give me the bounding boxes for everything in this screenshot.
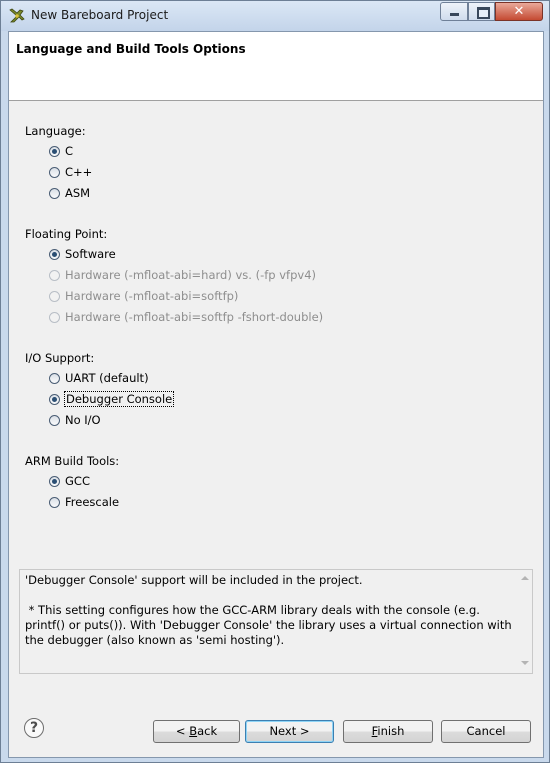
radio-label: Hardware (-mfloat-abi=hard) vs. (-fp vfp…	[65, 268, 316, 282]
radio-label: Hardware (-mfloat-abi=softfp)	[65, 289, 239, 303]
radio-language-cpp[interactable]: C++	[49, 164, 92, 180]
radio-unselected-icon	[49, 414, 60, 426]
radio-label: GCC	[65, 474, 90, 488]
radio-fp-softfp-short-double: Hardware (-mfloat-abi=softfp -fshort-dou…	[49, 309, 323, 325]
radio-disabled-icon	[49, 311, 60, 323]
radio-fp-hard-vfpv4: Hardware (-mfloat-abi=hard) vs. (-fp vfp…	[49, 267, 316, 283]
close-button[interactable]: ✕	[495, 2, 543, 21]
radio-io-none[interactable]: No I/O	[49, 412, 101, 428]
radio-io-uart[interactable]: UART (default)	[49, 370, 149, 386]
radio-selected-icon	[49, 393, 60, 405]
cancel-button[interactable]: Cancel	[441, 720, 531, 743]
radio-label: No I/O	[65, 413, 101, 427]
page-title: Language and Build Tools Options	[16, 42, 246, 56]
radio-unselected-icon	[49, 187, 60, 199]
radio-disabled-icon	[49, 290, 60, 302]
io-support-label: I/O Support:	[25, 351, 95, 365]
back-mnemonic: B	[189, 724, 198, 738]
maximize-button[interactable]	[468, 2, 495, 21]
maximize-icon	[477, 7, 490, 19]
radio-label: ASM	[65, 186, 91, 200]
back-rest: ack	[197, 724, 218, 738]
language-label: Language:	[25, 124, 86, 138]
radio-unselected-icon	[49, 166, 60, 178]
radio-io-debugger-console[interactable]: Debugger Console	[49, 391, 175, 407]
wizard-content: Language and Build Tools Options Languag…	[8, 31, 544, 758]
scroll-up-icon[interactable]	[521, 576, 529, 580]
description-box[interactable]: 'Debugger Console' support will be inclu…	[19, 569, 533, 674]
finish-button[interactable]: Finish	[343, 720, 433, 743]
radio-label: Software	[65, 247, 116, 261]
bareboard-project-icon	[9, 8, 25, 23]
minimize-button[interactable]	[440, 2, 468, 21]
finish-rest: inish	[377, 724, 405, 738]
radio-label: Hardware (-mfloat-abi=softfp -fshort-dou…	[65, 310, 324, 324]
radio-label: Debugger Console	[63, 391, 175, 407]
next-button[interactable]: Next >	[245, 720, 334, 743]
cancel-label: Cancel	[466, 724, 506, 738]
description-scrollbar[interactable]	[517, 570, 532, 671]
radio-label: UART (default)	[65, 371, 149, 385]
radio-unselected-icon	[49, 496, 60, 508]
description-text: 'Debugger Console' support will be inclu…	[25, 573, 512, 647]
help-icon[interactable]: ?	[24, 718, 44, 738]
back-prefix: <	[175, 724, 190, 738]
radio-selected-icon	[49, 145, 60, 157]
radio-label: C++	[65, 165, 93, 179]
next-label: Next >	[269, 724, 310, 738]
radio-tools-freescale[interactable]: Freescale	[49, 494, 119, 510]
floating-point-label: Floating Point:	[25, 227, 108, 241]
scroll-down-icon[interactable]	[521, 661, 529, 665]
build-tools-label: ARM Build Tools:	[25, 454, 120, 468]
title-bar: New Bareboard Project ✕	[1, 1, 549, 31]
radio-disabled-icon	[49, 269, 60, 281]
radio-unselected-icon	[49, 372, 60, 384]
wizard-header: Language and Build Tools Options	[9, 32, 543, 101]
radio-label: C	[65, 144, 74, 158]
radio-language-asm[interactable]: ASM	[49, 185, 90, 201]
window-title: New Bareboard Project	[31, 8, 169, 22]
back-button[interactable]: < Back	[153, 720, 240, 743]
radio-selected-icon	[49, 475, 60, 487]
radio-language-c[interactable]: C	[49, 143, 73, 159]
radio-tools-gcc[interactable]: GCC	[49, 473, 90, 489]
radio-label: Freescale	[65, 495, 120, 509]
radio-selected-icon	[49, 248, 60, 260]
radio-fp-softfp: Hardware (-mfloat-abi=softfp)	[49, 288, 238, 304]
close-icon: ✕	[513, 4, 525, 19]
wizard-window: New Bareboard Project ✕ Language and Bui…	[0, 0, 550, 763]
button-bar: ? < Back Next > Finish Cancel	[9, 706, 543, 757]
minimize-icon	[450, 13, 459, 16]
radio-fp-software[interactable]: Software	[49, 246, 116, 262]
